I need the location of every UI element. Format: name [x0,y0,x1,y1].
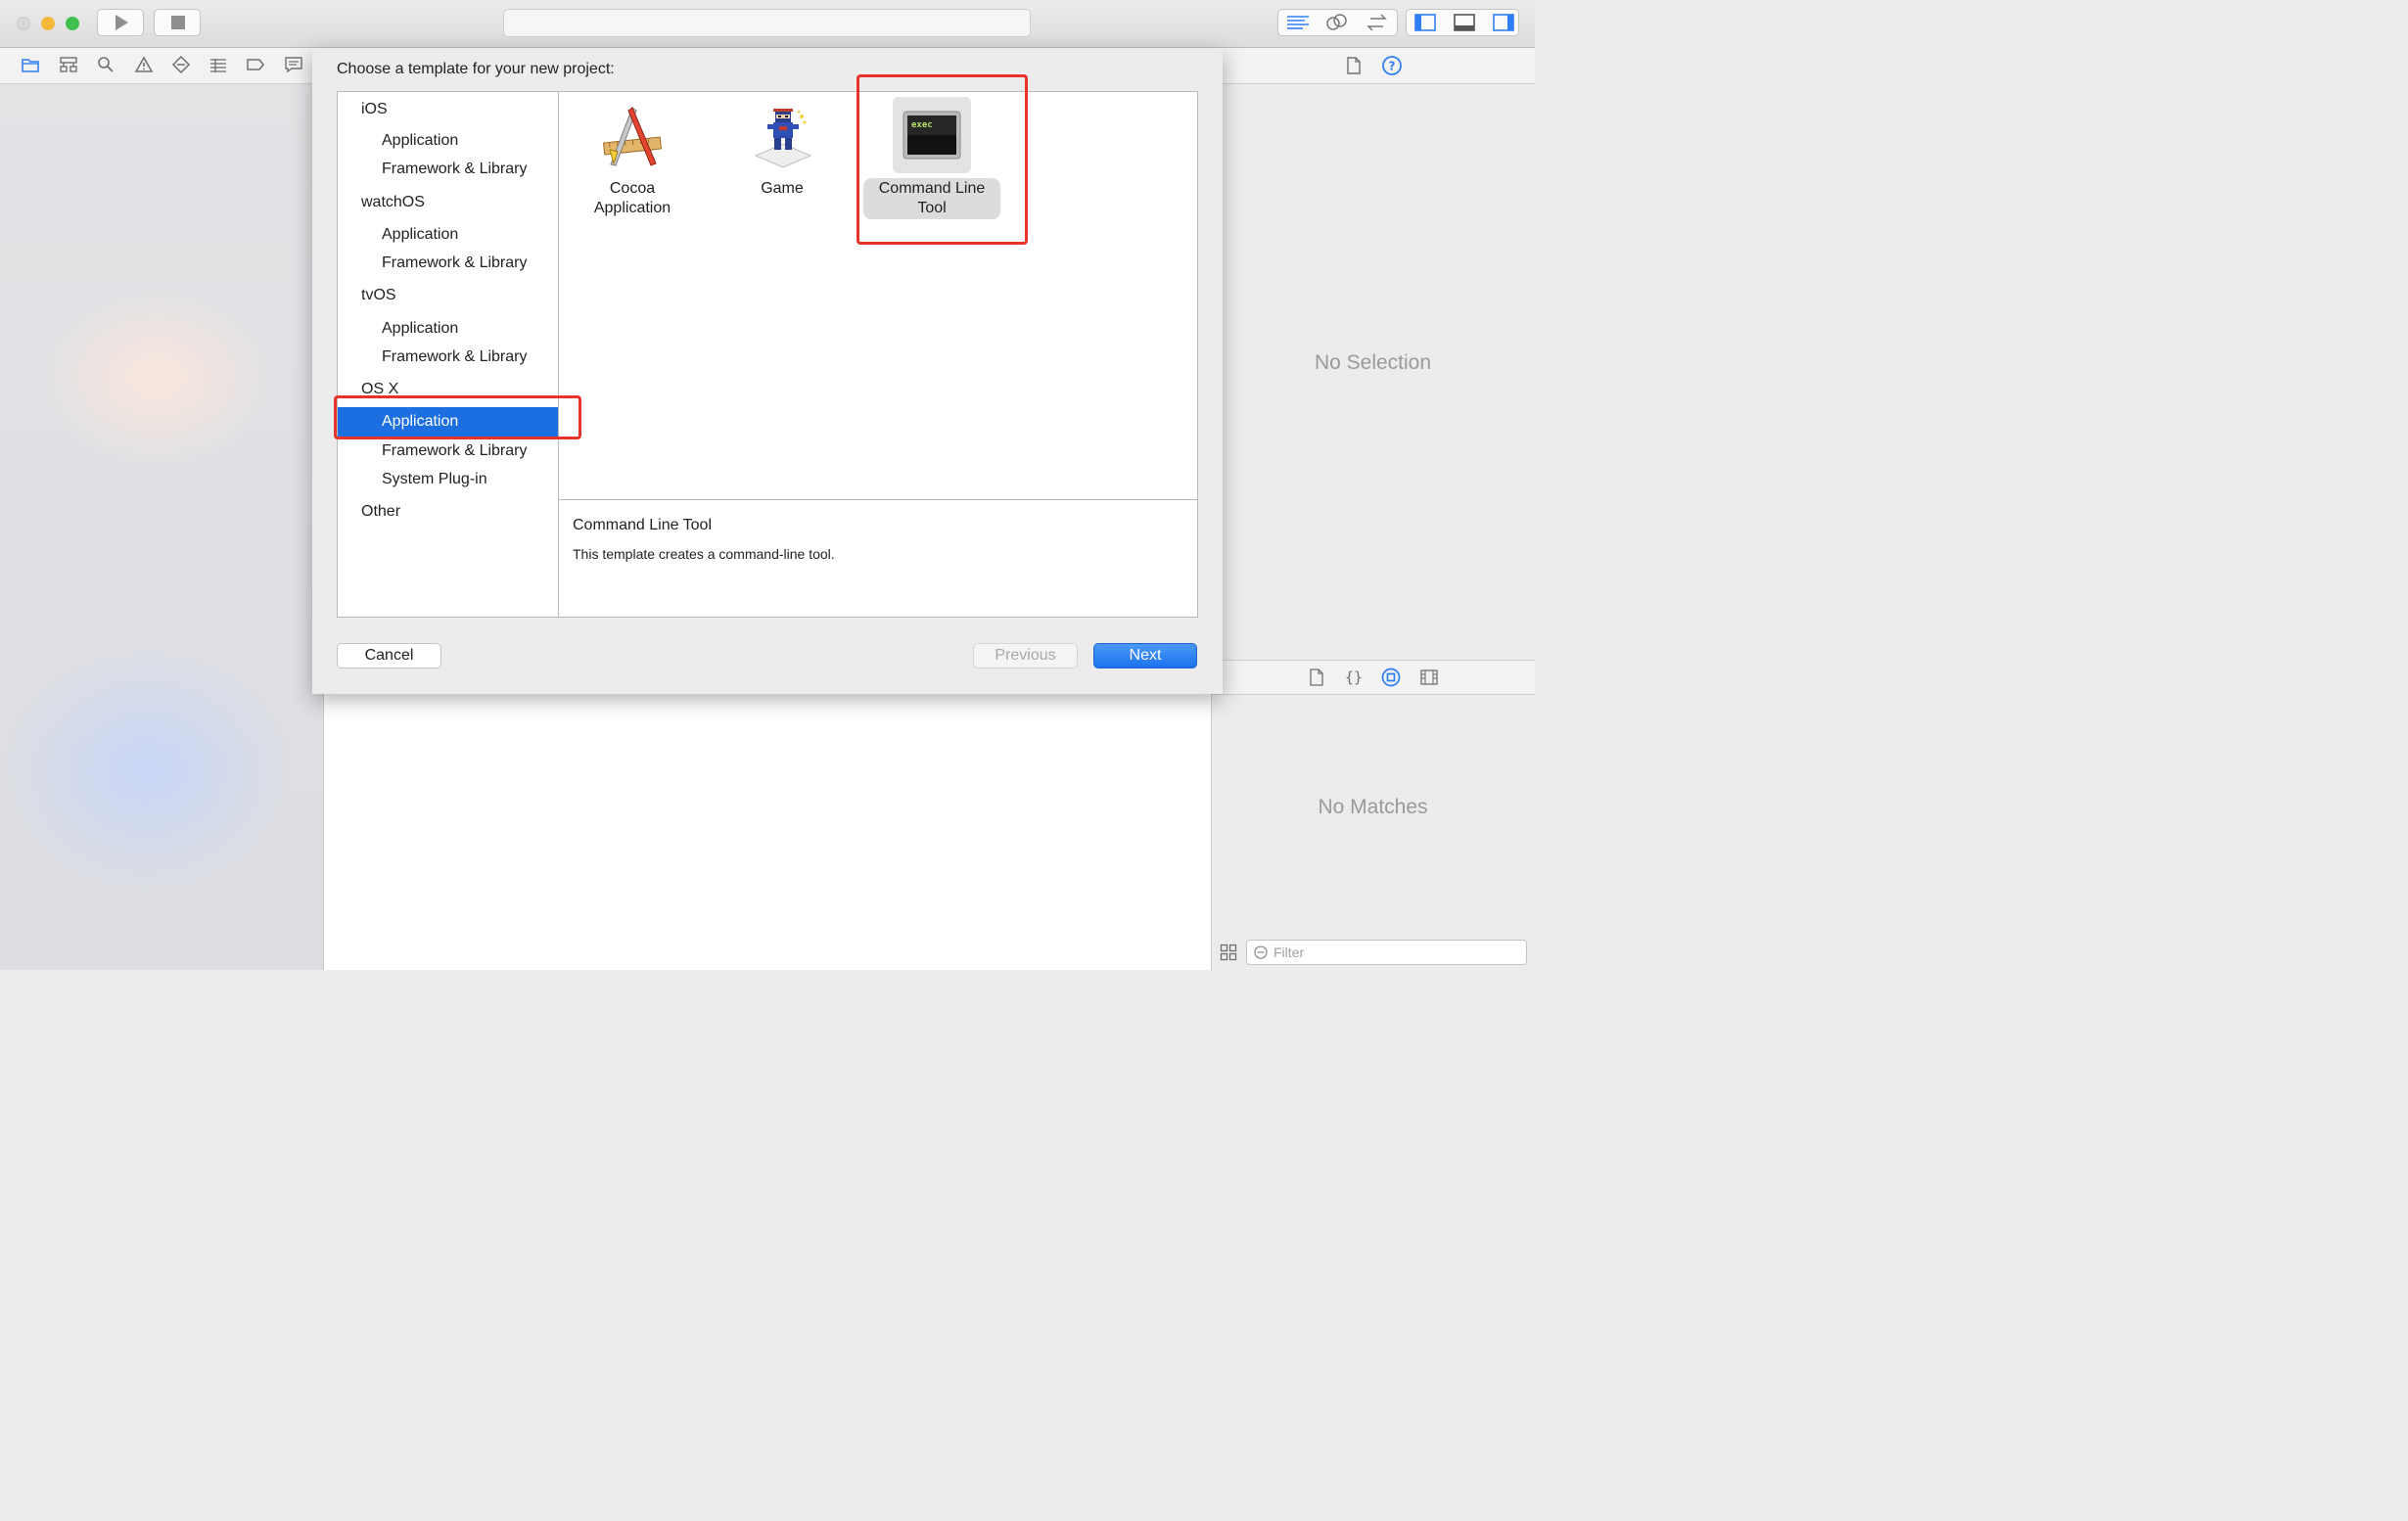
template-game[interactable]: Game [733,99,831,224]
category-watchos[interactable]: watchOS [361,194,425,211]
activity-viewer [503,9,1031,37]
navigator-selector-bar [0,48,324,84]
category-other[interactable]: Other [361,503,400,521]
category-item-osx-system-plugin[interactable]: System Plug-in [382,471,487,488]
navigator-toggle-icon[interactable] [1408,10,1443,35]
file-template-icon[interactable] [1308,668,1325,686]
svg-text:?: ? [1389,60,1396,73]
assistant-editor-icon[interactable] [1319,10,1356,35]
category-item-tvos-application[interactable]: Application [382,320,458,338]
play-icon [116,15,128,30]
category-item-watchos-application[interactable]: Application [382,226,458,244]
cocoa-app-icon [602,107,663,166]
version-editor-icon[interactable] [1358,10,1395,35]
description-title: Command Line Tool [573,517,713,533]
warning-icon[interactable] [134,56,154,73]
close-window-button[interactable] [17,17,30,30]
run-button[interactable] [97,9,144,36]
debug-area-toggle-icon[interactable] [1447,10,1482,35]
file-inspector-icon[interactable] [1344,56,1364,75]
zoom-window-button[interactable] [66,17,79,30]
cancel-button[interactable]: Cancel [337,643,441,668]
minimize-window-button[interactable] [41,17,55,30]
editor-area [324,694,1211,970]
quick-help-icon[interactable]: ? [1381,55,1403,76]
folder-icon[interactable] [21,56,40,73]
hierarchy-icon[interactable] [59,56,78,73]
code-snippet-icon[interactable]: {} [1345,668,1363,686]
template-label-line2: Application [593,200,671,216]
template-label-line1: Game [761,180,804,197]
standard-editor-icon[interactable] [1279,10,1317,35]
sheet-title: Choose a template for your new project: [337,61,615,77]
template-cocoa-application[interactable]: Cocoa Application [583,99,681,224]
category-ios[interactable]: iOS [361,101,388,118]
media-library-icon[interactable] [1419,668,1439,686]
category-item-watchos-framework[interactable]: Framework & Library [382,254,527,272]
grid-view-icon[interactable] [1220,944,1237,961]
next-button[interactable]: Next [1093,643,1197,668]
previous-button[interactable]: Previous [973,643,1078,668]
category-item-ios-application[interactable]: Application [382,132,458,150]
category-item-osx-framework[interactable]: Framework & Library [382,442,527,460]
category-tvos[interactable]: tvOS [361,287,396,304]
category-item-tvos-framework[interactable]: Framework & Library [382,348,527,366]
report-icon[interactable] [284,56,303,73]
game-ninja-icon [754,109,812,167]
navigator-sidebar [0,84,324,970]
svg-text:{}: {} [1345,668,1363,686]
description-text: This template creates a command-line too… [573,546,835,562]
category-item-ios-framework[interactable]: Framework & Library [382,161,527,178]
annotation-box-template [857,74,1028,245]
library-selector-bar [1211,660,1535,695]
library-filter-field[interactable]: Filter [1246,940,1527,965]
stop-button[interactable] [154,9,201,36]
template-label-line1: Cocoa [609,180,656,197]
library-pane [1211,695,1535,970]
breakpoint-icon[interactable] [246,56,265,73]
no-matches-label: No Matches [1318,796,1428,818]
object-library-icon[interactable] [1381,668,1401,687]
no-selection-label: No Selection [1314,351,1432,374]
stop-icon [171,16,185,29]
debug-list-icon[interactable] [208,56,228,73]
annotation-box-category [334,395,581,439]
test-diamond-icon[interactable] [171,56,191,73]
inspector-selector-bar [1223,48,1535,84]
filter-icon [1254,945,1268,959]
search-icon[interactable] [96,56,116,73]
utilities-toggle-icon[interactable] [1486,10,1521,35]
filter-placeholder: Filter [1273,945,1305,960]
